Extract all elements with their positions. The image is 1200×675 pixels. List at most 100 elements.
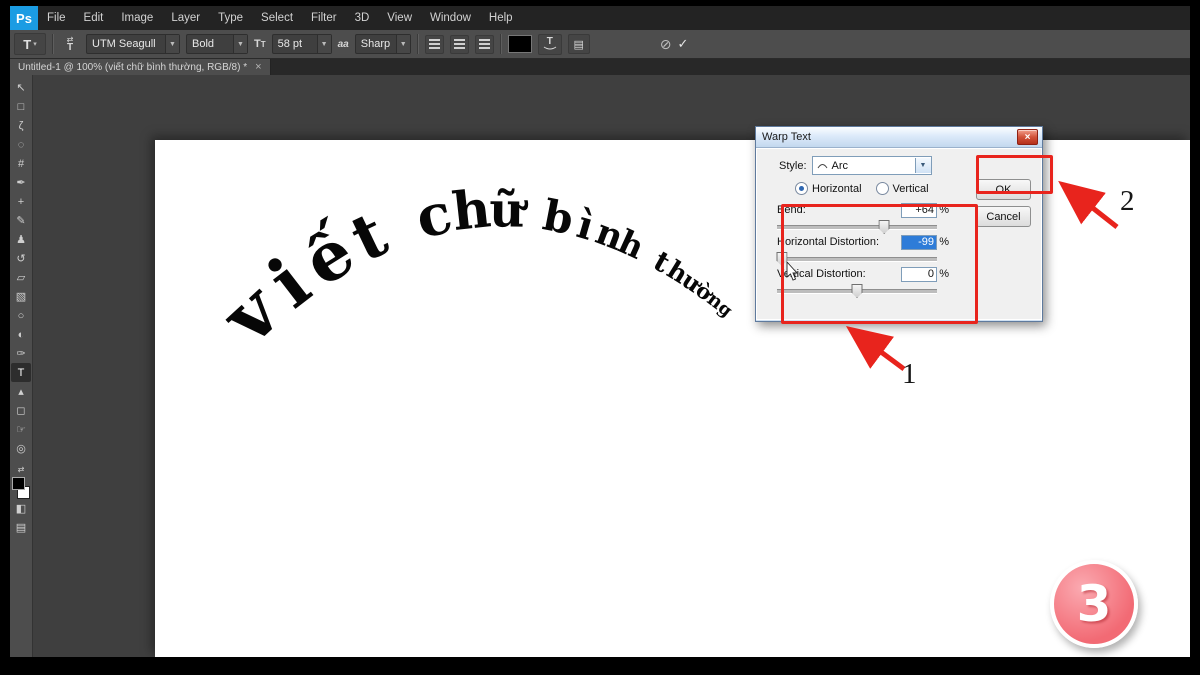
gradient-tool[interactable]: ▧ [11, 287, 31, 306]
align-center-button[interactable] [450, 35, 469, 54]
menu-item-layer[interactable]: Layer [162, 12, 209, 24]
divider [417, 34, 419, 54]
move-tool[interactable]: ↖ [11, 78, 31, 97]
foreground-background-swatches[interactable] [12, 477, 30, 499]
style-value: Arc [832, 160, 911, 172]
screen-mode-button[interactable]: ▤ [11, 518, 31, 537]
type-tool-icon: T [23, 37, 31, 52]
menu-item-window[interactable]: Window [421, 12, 480, 24]
font-family-value: UTM Seagull [87, 38, 165, 50]
font-size-select[interactable]: 58 pt ▼ [272, 34, 332, 54]
annotation-box-sliders [781, 204, 978, 324]
warp-text-button[interactable]: T [538, 34, 562, 55]
chevron-down-icon[interactable]: ▼ [396, 35, 410, 53]
font-style-value: Bold [187, 38, 233, 50]
rectangular-marquee-tool[interactable]: □ [11, 97, 31, 116]
menu-item-image[interactable]: Image [112, 12, 162, 24]
radio-icon [876, 182, 889, 195]
blur-tool[interactable]: ○ [11, 306, 31, 325]
hand-tool[interactable]: ☞ [11, 420, 31, 439]
foreground-color-swatch[interactable] [12, 477, 25, 490]
zoom-tool[interactable]: ◎ [11, 439, 31, 458]
menu-bar: Ps FileEditImageLayerTypeSelectFilter3DV… [10, 6, 1190, 30]
chevron-down-icon[interactable]: ▼ [317, 35, 331, 53]
menu-item-file[interactable]: File [38, 12, 75, 24]
divider [52, 34, 54, 54]
healing-brush-tool[interactable]: + [11, 192, 31, 211]
anti-alias-icon: aa [338, 39, 349, 50]
options-bar: T ▾ ⇄ T UTM Seagull ▼ Bold ▼ TT 58 pt ▼ [10, 30, 1190, 59]
dodge-tool[interactable]: ◐ [11, 325, 31, 344]
menu-item-edit[interactable]: Edit [75, 12, 113, 24]
menu-item-3d[interactable]: 3D [346, 12, 379, 24]
style-label: Style: [779, 160, 807, 172]
document-tab-title: Untitled-1 @ 100% (viết chữ bình thường,… [18, 62, 247, 73]
commit-edits-button[interactable]: ✓ [677, 36, 688, 52]
step-badge: 3 [1050, 560, 1138, 648]
menu-item-filter[interactable]: Filter [302, 12, 346, 24]
tools-panel: ↖□ζ◌#✒+✎♟↺▱▧○◐✑T▴◻☞◎ ⇄ ◧ ▤ [10, 75, 33, 657]
annotation-box-ok [976, 155, 1053, 194]
swap-colors-icon[interactable]: ⇄ [18, 464, 25, 474]
screenshot-stage: Ps FileEditImageLayerTypeSelectFilter3DV… [0, 0, 1200, 675]
font-family-select[interactable]: UTM Seagull ▼ [86, 34, 180, 54]
annotation-number-2: 2 [1120, 185, 1135, 218]
menu-items: FileEditImageLayerTypeSelectFilter3DView… [38, 6, 522, 30]
dialog-titlebar[interactable]: Warp Text × [756, 127, 1042, 148]
align-right-button[interactable] [475, 35, 494, 54]
cancel-edits-button[interactable]: ⊘ [660, 36, 672, 53]
eraser-tool[interactable]: ▱ [11, 268, 31, 287]
path-selection-tool[interactable]: ▴ [11, 382, 31, 401]
quick-selection-tool[interactable]: ◌ [11, 135, 31, 154]
radio-icon [795, 182, 808, 195]
arc-style-icon [817, 161, 828, 170]
align-left-button[interactable] [425, 35, 444, 54]
align-left-icon [429, 39, 440, 49]
warp-text-icon: T [547, 37, 553, 46]
text-orientation-toggle[interactable]: ⇄ T [60, 36, 80, 52]
align-center-icon [454, 39, 465, 49]
clone-stamp-tool[interactable]: ♟ [11, 230, 31, 249]
history-brush-tool[interactable]: ↺ [11, 249, 31, 268]
quick-mask-button[interactable]: ◧ [11, 499, 31, 518]
chevron-down-icon[interactable]: ▼ [165, 35, 179, 53]
crop-tool[interactable]: # [11, 154, 31, 173]
horizontal-radio[interactable]: Horizontal [795, 182, 862, 195]
font-size-icon: TT [254, 38, 266, 50]
document-tab[interactable]: Untitled-1 @ 100% (viết chữ bình thường,… [10, 59, 271, 75]
style-dropdown[interactable]: Arc ▼ [812, 156, 932, 175]
document-tab-bar: Untitled-1 @ 100% (viết chữ bình thường,… [10, 59, 1190, 75]
photoshop-logo: Ps [10, 6, 38, 30]
toggle-panels-button[interactable]: ▤ [568, 34, 590, 54]
annotation-number-1: 1 [902, 358, 917, 391]
chevron-down-icon: ▾ [33, 40, 37, 48]
shape-tool[interactable]: ◻ [11, 401, 31, 420]
chevron-down-icon[interactable]: ▼ [233, 35, 247, 53]
warp-arc-icon [543, 46, 557, 51]
letter-t-icon: T [67, 44, 73, 52]
menu-item-view[interactable]: View [378, 12, 421, 24]
tools-list: ↖□ζ◌#✒+✎♟↺▱▧○◐✑T▴◻☞◎ [11, 78, 31, 458]
eyedropper-tool[interactable]: ✒ [11, 173, 31, 192]
pen-tool[interactable]: ✑ [11, 344, 31, 363]
menu-item-type[interactable]: Type [209, 12, 252, 24]
align-right-icon [479, 39, 490, 49]
dialog-close-button[interactable]: × [1017, 129, 1038, 145]
font-size-value: 58 pt [273, 38, 317, 50]
close-icon[interactable]: × [255, 62, 261, 72]
font-style-select[interactable]: Bold ▼ [186, 34, 248, 54]
cancel-button[interactable]: Cancel [976, 206, 1031, 227]
menu-item-help[interactable]: Help [480, 12, 522, 24]
menu-item-select[interactable]: Select [252, 12, 302, 24]
type-tool-preset[interactable]: T ▾ [14, 33, 46, 55]
anti-alias-select[interactable]: Sharp ▼ [355, 34, 411, 54]
lasso-tool[interactable]: ζ [11, 116, 31, 135]
divider [500, 34, 502, 54]
horizontal-radio-label: Horizontal [812, 183, 862, 195]
chevron-down-icon[interactable]: ▼ [915, 158, 931, 173]
vertical-radio[interactable]: Vertical [876, 182, 929, 195]
anti-alias-value: Sharp [356, 38, 396, 50]
type-tool[interactable]: T [11, 363, 31, 382]
brush-tool[interactable]: ✎ [11, 211, 31, 230]
text-color-swatch[interactable] [508, 35, 532, 53]
